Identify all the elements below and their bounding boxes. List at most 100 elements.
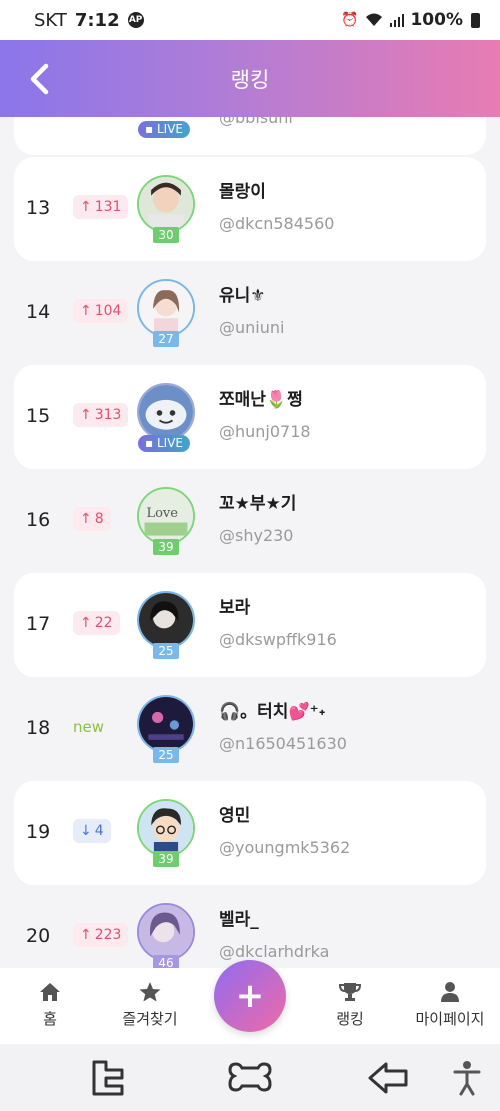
avatar[interactable]: Love: [137, 487, 195, 545]
arrow-up-icon: ↑: [80, 303, 92, 319]
recent-apps-icon[interactable]: [90, 1058, 126, 1098]
level-badge: 25: [153, 643, 179, 659]
arrow-up-icon: ↑: [80, 615, 92, 631]
carrier-label: SKT: [34, 9, 67, 31]
page-title: 랭킹: [230, 67, 270, 92]
alarm-icon: ⏰: [341, 12, 359, 28]
arrow-up-icon: ↑: [80, 199, 92, 215]
avatar[interactable]: [137, 175, 195, 233]
status-bar: SKT 7:12 AP ⏰ 100%: [0, 0, 500, 40]
user-handle: @dkclarhdrka: [219, 942, 330, 961]
ranking-row-partial[interactable]: ▪ LIVE @bbisuni: [14, 117, 486, 155]
user-handle: @n1650451630: [219, 734, 347, 753]
rank-change-badge: ↑ 313: [73, 403, 129, 427]
ranking-row[interactable]: 18 new 25 🎧。터치💕⁺˖ @n1650451630: [14, 677, 486, 781]
ranking-list[interactable]: ▪ LIVE @bbisuni 13 ↑ 131 30 몰랑이 @dkcn5845…: [0, 117, 500, 968]
avatar[interactable]: [137, 383, 195, 441]
user-name: 몰랑이: [219, 182, 266, 202]
ranking-row[interactable]: 13 ↑ 131 30 몰랑이 @dkcn584560: [14, 157, 486, 261]
nav-favorites-label: 즐겨찾기: [122, 1010, 178, 1028]
rank-number: 14: [26, 301, 51, 323]
user-handle: @dkswpffk916: [219, 630, 337, 649]
rank-number: 20: [26, 925, 51, 947]
nav-mypage[interactable]: 마이페이지: [400, 982, 500, 1029]
back-arrow-icon[interactable]: [26, 63, 54, 95]
svg-text:Love: Love: [146, 506, 178, 521]
ranking-row[interactable]: 16 ↑ 8 Love 39 꼬★부★기 @shy230: [14, 469, 486, 573]
ranking-row[interactable]: 15 ↑ 313 ▪ LIVE 쪼매난🌷쩡 @hunj0718: [14, 365, 486, 469]
rank-number: 15: [26, 405, 51, 427]
nav-home-label: 홈: [43, 1010, 57, 1028]
status-right: ⏰ 100%: [341, 10, 480, 30]
rank-change-badge: ↓ 4: [73, 819, 111, 843]
ranking-row[interactable]: 17 ↑ 22 25 보라 @dkswpffk916: [14, 573, 486, 677]
rank-number: 18: [26, 717, 51, 739]
live-badge: ▪ LIVE: [138, 121, 190, 138]
user-handle: @uniuni: [219, 318, 285, 337]
user-name: 보라: [219, 598, 251, 618]
user-name: 쪼매난🌷쩡: [219, 390, 303, 410]
live-badge: ▪ LIVE: [138, 435, 190, 452]
arrow-up-icon: ↑: [80, 407, 92, 423]
ranking-row[interactable]: 20 ↑ 223 46 벨라_ @dkclarhdrka: [14, 885, 486, 968]
avatar[interactable]: [137, 591, 195, 649]
user-handle: @dkcn584560: [219, 214, 335, 233]
user-name: 영민: [219, 806, 251, 826]
rank-change-badge: ↑ 131: [73, 195, 129, 219]
accessibility-icon[interactable]: [452, 1058, 482, 1098]
rank-number: 19: [26, 821, 51, 843]
user-handle: @hunj0718: [219, 422, 311, 441]
battery-icon: [471, 12, 480, 28]
wifi-icon: [366, 13, 383, 26]
home-icon: [40, 983, 60, 1001]
person-icon: [441, 982, 459, 1002]
level-badge: 39: [153, 539, 179, 555]
rank-change-badge: ↑ 104: [73, 299, 129, 323]
user-name: 꼬★부★기: [219, 494, 297, 514]
nav-home[interactable]: 홈: [0, 982, 100, 1029]
trophy-icon: [339, 983, 361, 1001]
rank-number: 13: [26, 197, 51, 219]
avatar[interactable]: [137, 903, 195, 961]
nav-ranking[interactable]: 랭킹: [300, 982, 400, 1029]
user-name: 유니⚜: [219, 286, 266, 306]
system-nav-bar: [0, 1044, 500, 1111]
star-icon: [139, 982, 161, 1002]
clock: 7:12: [74, 9, 120, 31]
rank-number: 16: [26, 509, 51, 531]
level-badge: 39: [153, 851, 179, 867]
user-handle: @youngmk5362: [219, 838, 351, 857]
bottom-nav: 홈 즐겨찾기 + 랭킹 마이페이지: [0, 960, 500, 1044]
level-badge: 25: [153, 747, 179, 763]
rank-number: 17: [26, 613, 51, 635]
arrow-up-icon: ↑: [80, 927, 92, 943]
back-system-icon[interactable]: [368, 1058, 410, 1098]
signal-icon: [390, 14, 405, 27]
ranking-row[interactable]: 19 ↓ 4 39 영민 @youngmk5362: [14, 781, 486, 885]
home-system-icon[interactable]: [228, 1058, 272, 1098]
level-badge: 30: [153, 227, 179, 243]
nav-mypage-label: 마이페이지: [415, 1010, 485, 1028]
arrow-up-icon: ↑: [80, 511, 92, 527]
rank-change-badge: ↑ 223: [73, 923, 129, 947]
status-left: SKT 7:12 AP: [34, 10, 144, 31]
ap-badge-icon: AP: [127, 12, 144, 28]
rank-change-badge: ↑ 8: [73, 507, 111, 531]
user-name: 🎧。터치💕⁺˖: [219, 702, 326, 722]
avatar[interactable]: [137, 695, 195, 753]
user-handle: @shy230: [219, 526, 294, 545]
user-name: 벨라_: [219, 910, 259, 930]
nav-favorites[interactable]: 즐겨찾기: [100, 982, 200, 1029]
avatar[interactable]: [137, 279, 195, 337]
level-badge: 27: [153, 331, 179, 347]
add-button[interactable]: +: [214, 960, 286, 1032]
rank-change-badge: ↑ 22: [73, 611, 120, 635]
rank-change-badge: new: [73, 718, 105, 736]
level-badge: 46: [153, 955, 179, 968]
nav-ranking-label: 랭킹: [336, 1010, 364, 1028]
arrow-down-icon: ↓: [80, 823, 92, 839]
avatar[interactable]: [137, 799, 195, 857]
user-handle: @bbisuni: [219, 117, 293, 127]
ranking-row[interactable]: 14 ↑ 104 27 유니⚜ @uniuni: [14, 261, 486, 365]
app-header: 랭킹: [0, 40, 500, 117]
